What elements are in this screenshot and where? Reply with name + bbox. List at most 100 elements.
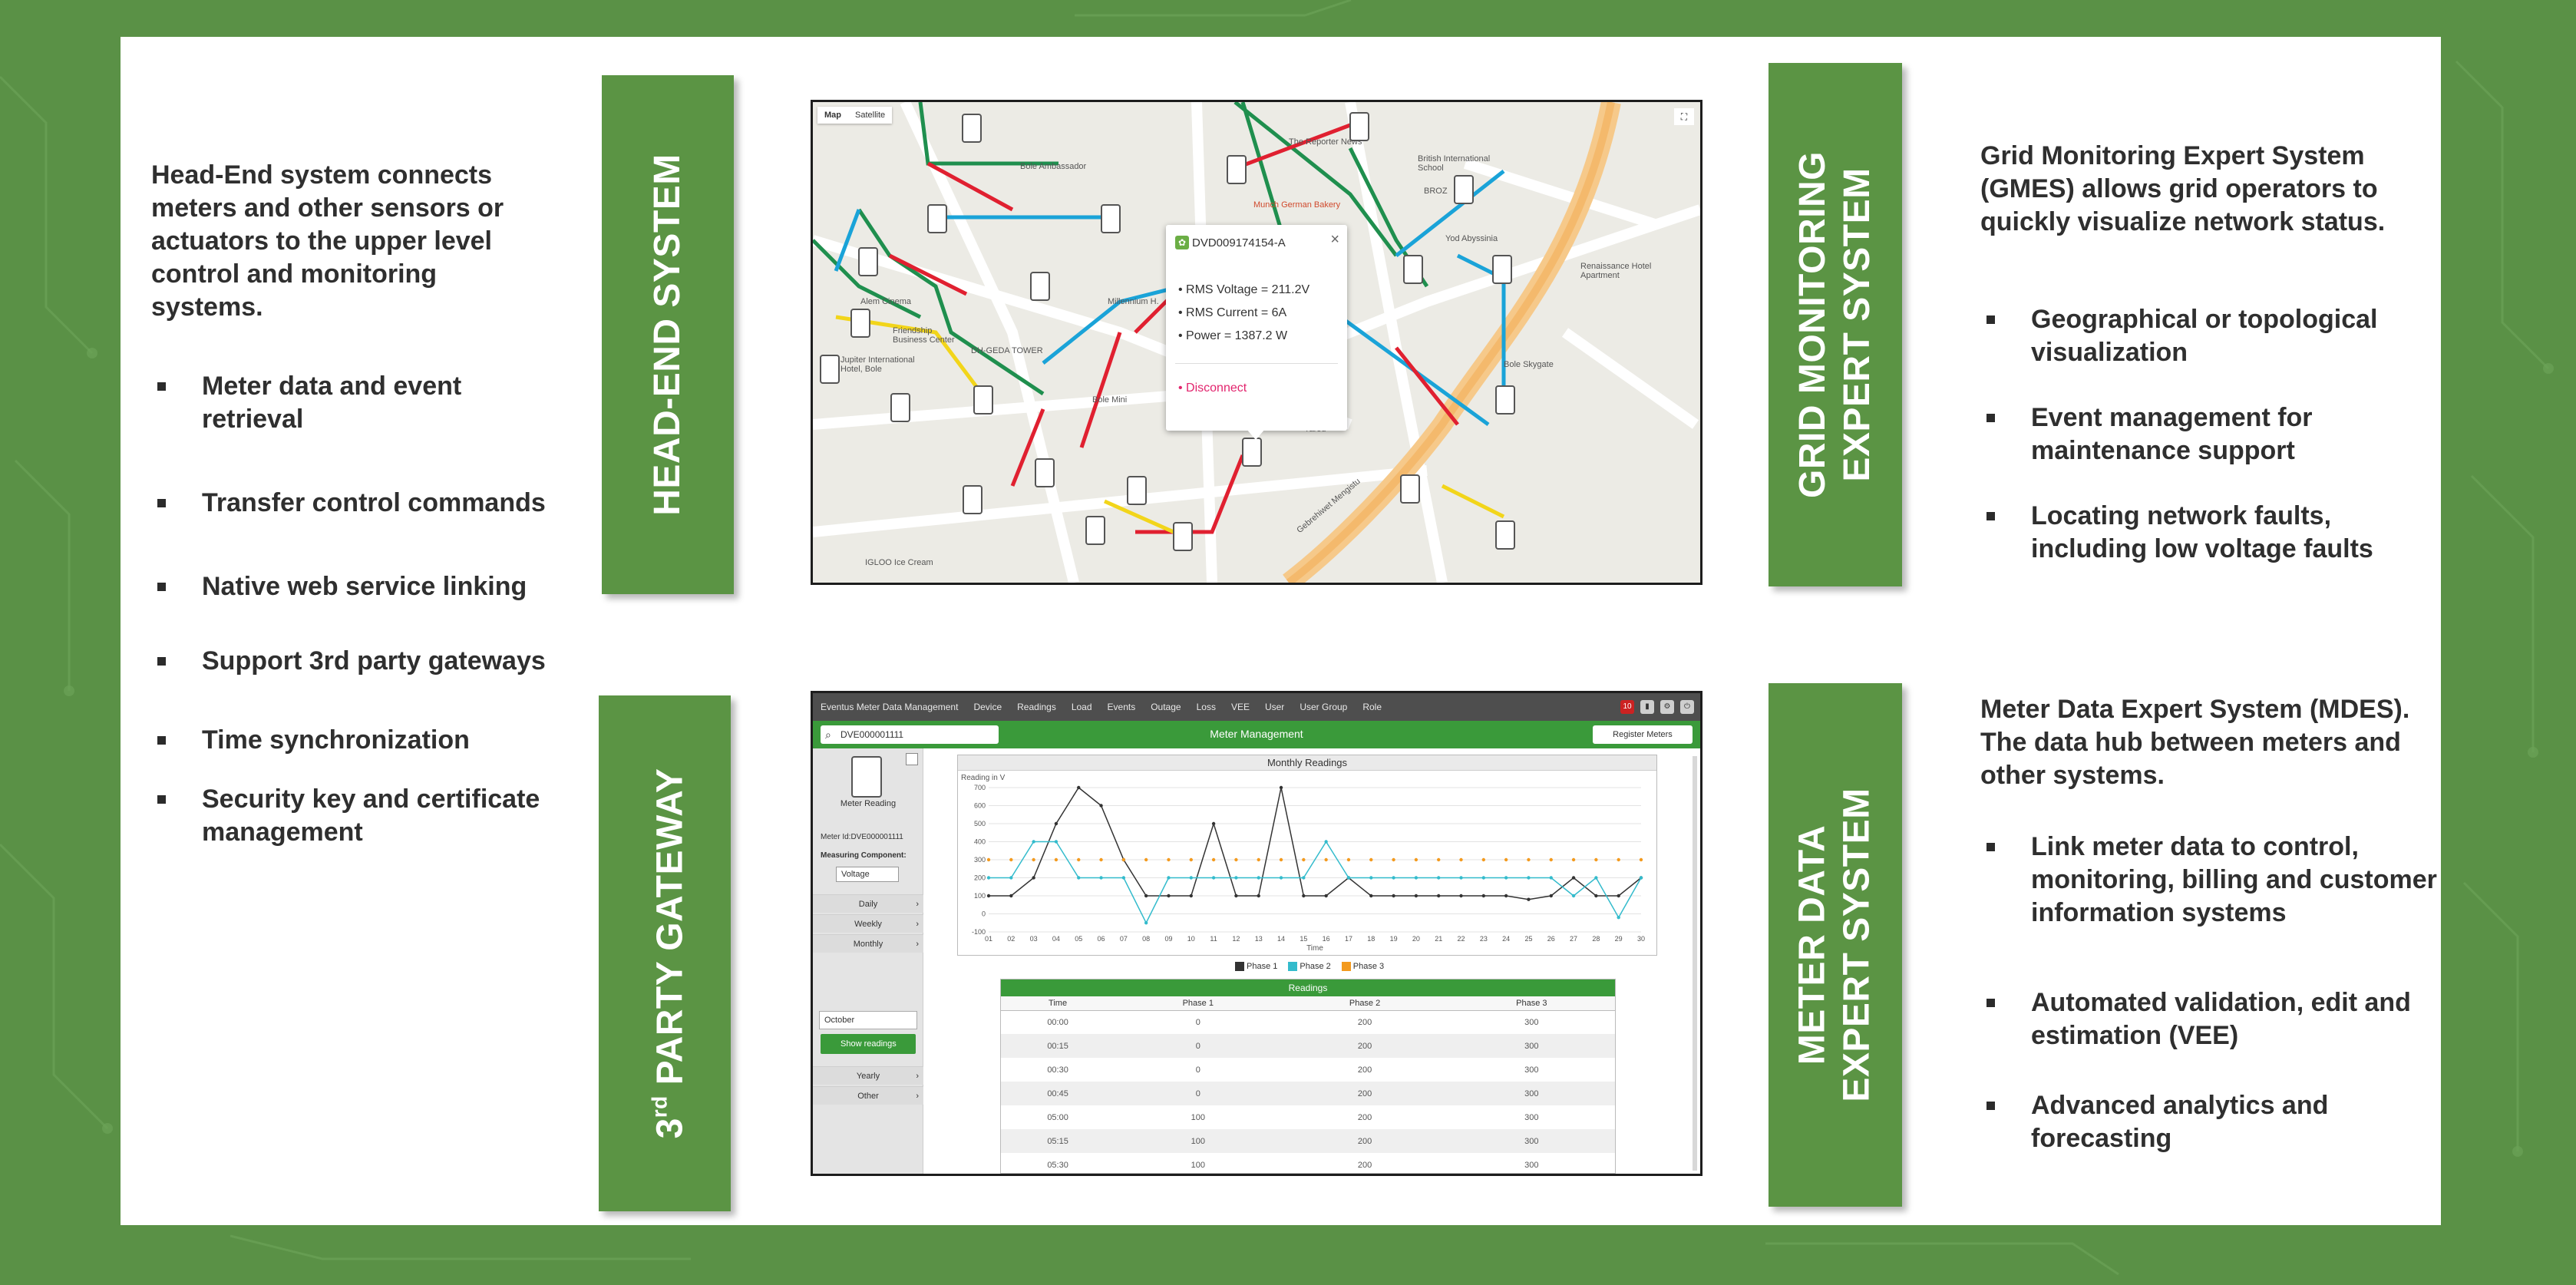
- x-tick-label: 25: [1524, 935, 1532, 943]
- month-field[interactable]: October: [819, 1011, 917, 1029]
- mdes-bullet: Automated validation, edit and estimatio…: [1980, 986, 2441, 1052]
- sidebar-item-daily[interactable]: Daily: [813, 894, 923, 913]
- table-row[interactable]: 00:00 0 200 300: [1001, 1010, 1615, 1034]
- table-row[interactable]: 00:30 0 200 300: [1001, 1058, 1615, 1082]
- data-point: [986, 876, 991, 880]
- table-cell: 0: [1195, 1017, 1200, 1027]
- nav-item[interactable]: VEE: [1224, 702, 1257, 712]
- data-point: [1369, 857, 1373, 862]
- table-row[interactable]: 00:45 0 200 300: [1001, 1082, 1615, 1105]
- nav-item[interactable]: Readings: [1009, 702, 1064, 712]
- data-point: [1459, 876, 1463, 880]
- data-point: [1099, 857, 1103, 862]
- data-point: [1549, 876, 1553, 880]
- map-label: BROZ: [1424, 187, 1448, 196]
- nav-brand[interactable]: Eventus Meter Data Management: [813, 702, 966, 712]
- data-point: [1549, 857, 1553, 862]
- nav-item[interactable]: Outage: [1143, 702, 1188, 712]
- table-cell: 200: [1357, 1160, 1372, 1170]
- legend-item[interactable]: Phase 1: [1235, 962, 1277, 971]
- disconnect-link[interactable]: Disconnect: [1178, 382, 1247, 395]
- map-label: Bole Skygate: [1504, 360, 1554, 369]
- data-point: [1279, 785, 1283, 790]
- nav-item[interactable]: Role: [1355, 702, 1389, 712]
- register-meters-button[interactable]: Register Meters: [1593, 725, 1693, 744]
- table-cell: 100: [1191, 1160, 1205, 1170]
- table-cell: 00:45: [1001, 1082, 1115, 1105]
- table-row[interactable]: 05:15 100 200 300: [1001, 1129, 1615, 1153]
- table-row[interactable]: 05:30 100 200 300: [1001, 1153, 1615, 1174]
- grid-map-screenshot: Map Satellite ⛶ Bole Ambassador The Repo…: [811, 100, 1702, 585]
- show-readings-button[interactable]: Show readings: [821, 1034, 916, 1054]
- x-tick-label: 19: [1390, 935, 1398, 943]
- data-point: [1099, 804, 1103, 808]
- data-point: [1121, 876, 1126, 880]
- meter-icon: [851, 756, 882, 798]
- popup-tail: [1247, 429, 1265, 440]
- x-tick-label: 02: [1007, 935, 1015, 943]
- settings-icon[interactable]: ⚙: [1660, 700, 1674, 714]
- readings-table: Readings Time Phase 1 Phase 2 Phase 3 00…: [1000, 979, 1616, 1174]
- sidebar-item-other[interactable]: Other: [813, 1086, 923, 1105]
- gmes-bullet: Geographical or topological visualizatio…: [1980, 303, 2410, 369]
- data-point: [1437, 894, 1441, 898]
- nav-item[interactable]: Loss: [1189, 702, 1224, 712]
- y-tick-label: 100: [974, 892, 986, 900]
- map-label: British International School: [1418, 154, 1491, 173]
- column-header[interactable]: Phase 1: [1115, 996, 1282, 1011]
- x-tick-label: 08: [1142, 935, 1150, 943]
- sidebar-item-yearly[interactable]: Yearly: [813, 1066, 923, 1085]
- x-tick-label: 27: [1570, 935, 1577, 943]
- nav-item[interactable]: User: [1257, 702, 1292, 712]
- data-point: [1571, 857, 1576, 862]
- data-point: [1414, 894, 1418, 898]
- data-point: [1257, 894, 1260, 898]
- alert-badge-icon[interactable]: 10: [1620, 700, 1634, 714]
- nav-item[interactable]: Device: [966, 702, 1009, 712]
- nav-item[interactable]: User Group: [1292, 702, 1355, 712]
- sidebar-item-monthly[interactable]: Monthly: [813, 934, 923, 953]
- fullscreen-icon[interactable]: ⛶: [1674, 108, 1694, 125]
- sidebar-item-weekly[interactable]: Weekly: [813, 914, 923, 933]
- column-header[interactable]: Time: [1001, 996, 1115, 1011]
- data-point: [1189, 857, 1193, 862]
- popup-readings: RMS Voltage = 211.2V RMS Current = 6A Po…: [1178, 283, 1309, 352]
- close-icon[interactable]: ×: [1330, 231, 1339, 249]
- tab-map[interactable]: Map: [817, 107, 848, 124]
- legend-item[interactable]: Phase 3: [1341, 962, 1384, 971]
- x-axis-label: Time: [1306, 944, 1323, 953]
- readings-line-chart: Reading in V -100 0 100 200 300 400 500 600 700 01…: [961, 774, 1645, 953]
- map-label: Yod Abyssinia: [1445, 234, 1498, 243]
- legend-item[interactable]: Phase 2: [1288, 962, 1331, 971]
- data-point: [1054, 840, 1058, 844]
- table-row[interactable]: 05:00 100 200 300: [1001, 1105, 1615, 1129]
- x-tick-label: 30: [1637, 935, 1645, 943]
- table-cell: 300: [1524, 1065, 1539, 1075]
- data-point: [1279, 876, 1283, 880]
- data-point: [1481, 857, 1486, 862]
- power-icon[interactable]: ⏻: [1680, 700, 1694, 714]
- table-row[interactable]: 00:15 0 200 300: [1001, 1034, 1615, 1058]
- column-header[interactable]: Phase 2: [1281, 996, 1448, 1011]
- nav-item[interactable]: Load: [1064, 702, 1100, 712]
- meter-search-input[interactable]: DVE000001111: [821, 725, 999, 744]
- menu-icon[interactable]: [906, 753, 918, 765]
- data-point: [1257, 876, 1260, 880]
- data-point: [1257, 857, 1260, 862]
- data-point: [1099, 876, 1103, 880]
- column-header[interactable]: Phase 3: [1448, 996, 1615, 1011]
- device-icon[interactable]: ▮: [1640, 700, 1654, 714]
- data-point: [1594, 876, 1598, 880]
- monthly-readings-chart: Monthly Readings Reading in V -100 0 100 200…: [957, 755, 1657, 956]
- table-cell: 300: [1448, 1082, 1615, 1105]
- nav-item[interactable]: Events: [1100, 702, 1144, 712]
- map-label: Jupiter International Hotel, Bole: [841, 355, 915, 374]
- mdes-bar: METER DATA EXPERT SYSTEM: [1769, 683, 1902, 1207]
- measuring-component-select[interactable]: Voltage: [836, 867, 899, 882]
- table-cell: 200: [1281, 1082, 1448, 1105]
- data-point: [1302, 857, 1306, 862]
- tab-satellite[interactable]: Satellite: [848, 107, 892, 124]
- table-cell: 00:15: [1001, 1034, 1115, 1058]
- data-point: [1481, 876, 1486, 880]
- page-scrollbar[interactable]: [1693, 756, 1697, 1171]
